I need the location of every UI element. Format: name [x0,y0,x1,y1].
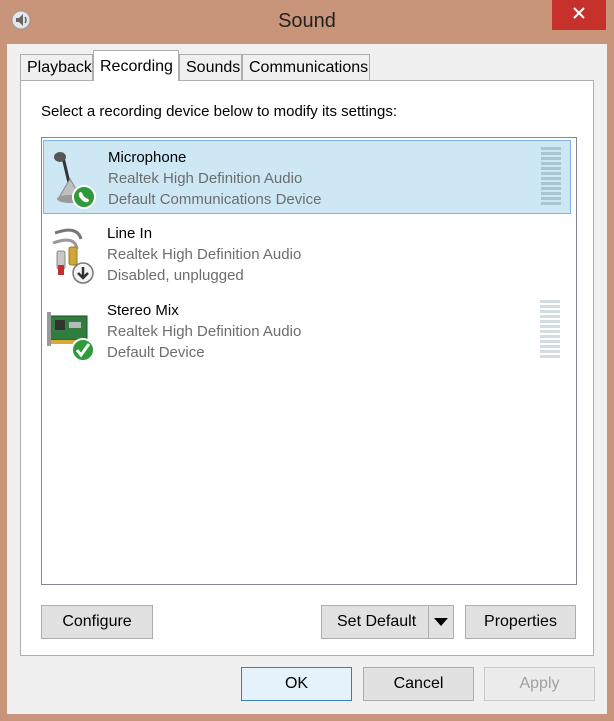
properties-button[interactable]: Properties [465,605,576,639]
instruction-text: Select a recording device below to modif… [41,103,398,120]
configure-button[interactable]: Configure [41,605,153,639]
close-icon [572,6,586,24]
phone-badge-icon [72,185,96,209]
set-default-label: Set Default [337,613,417,630]
device-status: Disabled, unplugged [107,267,244,284]
checkmark-badge-icon [71,338,95,362]
tab-recording[interactable]: Recording [93,50,179,81]
microphone-icon [48,149,100,209]
device-driver: Realtek High Definition Audio [107,246,302,263]
device-status: Default Communications Device [108,191,322,208]
dialog-client-area: Playback Recording Sounds Communications… [7,44,607,714]
set-default-button[interactable]: Set Default [321,605,454,639]
device-status: Default Device [107,344,205,361]
device-name: Line In [107,225,153,242]
ok-button[interactable]: OK [241,667,352,701]
level-meter [540,300,560,360]
level-meter [541,147,561,207]
recording-device-list[interactable]: Microphone Realtek High Definition Audio… [41,137,577,585]
tab-playback[interactable]: Playback [20,54,93,80]
set-default-dropdown-button[interactable] [428,606,453,638]
title-bar[interactable]: Sound [0,0,614,44]
line-in-jack-icon [47,225,99,285]
device-name: Microphone [108,149,187,166]
triangle-down-icon [434,606,448,638]
sound-card-icon [47,302,99,362]
device-item-stereo-mix[interactable]: Stereo Mix Realtek High Definition Audio… [43,294,571,368]
sound-dialog-window: Sound Playback Recording Sounds Communic… [0,0,614,721]
device-item-microphone[interactable]: Microphone Realtek High Definition Audio… [43,140,571,214]
tab-sounds[interactable]: Sounds [179,54,242,80]
device-driver: Realtek High Definition Audio [107,323,302,340]
device-driver: Realtek High Definition Audio [108,170,303,187]
window-title: Sound [278,10,336,32]
tab-communications[interactable]: Communications [242,54,370,80]
apply-button[interactable]: Apply [484,667,595,701]
down-arrow-badge-icon [72,262,94,284]
device-item-line-in[interactable]: Line In Realtek High Definition Audio Di… [43,217,571,291]
device-name: Stereo Mix [107,302,179,319]
recording-tab-panel: Select a recording device below to modif… [20,80,594,656]
close-button[interactable] [552,0,606,30]
cancel-button[interactable]: Cancel [363,667,474,701]
